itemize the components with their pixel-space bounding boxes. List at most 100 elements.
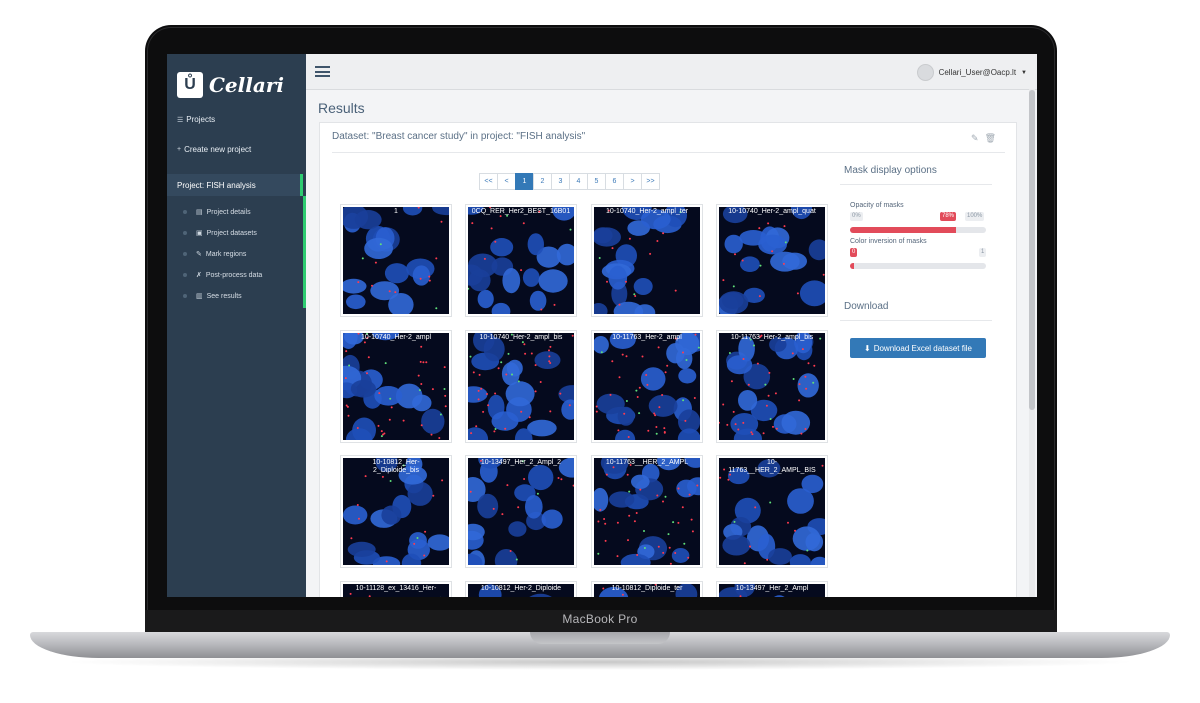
pagination-item[interactable]: 3	[551, 173, 570, 190]
sidebar-item-mark-regions[interactable]: ✎ Mark regions	[183, 250, 246, 258]
microscopy-image: 10-13497_Her_2_Ampl_2	[468, 458, 574, 565]
sidebar-item-post-process[interactable]: ✗ Post-process data	[183, 271, 262, 279]
sidebar: Ů Cellari ☰ Projects + Create new projec…	[167, 54, 306, 597]
cell-nuclei-image	[468, 207, 574, 314]
cell-nuclei-image	[468, 333, 574, 440]
hamburger-menu-icon[interactable]	[315, 66, 330, 77]
sidebar-item-label: Post-process data	[205, 271, 263, 279]
bullet-dot	[183, 273, 187, 277]
thumbnail-label: 10-10740_Her-2_ampl	[360, 334, 432, 341]
opacity-label: Opacity of masks	[850, 202, 904, 209]
microscopy-image: 10-11128_ex_13416_Her-	[343, 584, 449, 597]
bullet-dot	[183, 252, 187, 256]
sidebar-project-submenu: ▤ Project details ▣ Project datasets ✎ M…	[167, 196, 306, 308]
app-screen: Ů Cellari ☰ Projects + Create new projec…	[167, 54, 1037, 597]
result-thumbnail[interactable]: 10-13497_Her_2_Ampl	[716, 581, 828, 597]
cell-nuclei-image	[343, 333, 449, 440]
result-thumbnail[interactable]: 10-11763_Her-2_ampl_bis	[716, 330, 828, 443]
thumbnail-label: 10-10740_Her-2_ampl_quat	[728, 208, 816, 215]
edit-icon: ✎	[196, 251, 202, 258]
sidebar-item-see-results[interactable]: ▥ See results	[183, 292, 242, 300]
thumbnail-label: 10-13497_Her_2_Ampl_2	[480, 459, 562, 466]
result-thumbnail[interactable]: 10-11763__HER_2_AMPL	[591, 455, 703, 568]
pagination-item[interactable]: 5	[587, 173, 606, 190]
edit-icon[interactable]: ✎	[971, 133, 979, 144]
chevron-down-icon: ▼	[1021, 69, 1027, 76]
bullet-dot	[183, 210, 187, 214]
result-thumbnail[interactable]: 1	[340, 204, 452, 317]
thumbnail-label: 0CQ_RER_Her2_BEST_16B01	[471, 208, 571, 215]
microscopy-image: 10-10812_Diploide_ter	[594, 584, 700, 597]
result-thumbnail[interactable]: 10-11763_Her-2_ampl	[591, 330, 703, 443]
images-icon: ▣	[196, 230, 203, 237]
cell-nuclei-image	[468, 458, 574, 565]
user-email: Cellari_User@Oacp.lt	[938, 68, 1017, 77]
inversion-max-label: 1	[979, 248, 987, 257]
result-thumbnail[interactable]: 10-13497_Her_2_Ampl_2	[465, 455, 577, 568]
result-thumbnail[interactable]: 10-10740_Her-2_ampl_bis	[465, 330, 577, 443]
microscopy-image: 1	[343, 207, 449, 314]
opacity-slider-fill	[850, 227, 957, 233]
microscopy-image: 10-10740_Her-2_ampl_ter	[594, 207, 700, 314]
inversion-value-badge: 0	[850, 248, 858, 257]
result-thumbnail[interactable]: 10-10812_Her-2_Diploide	[465, 581, 577, 597]
pagination-item[interactable]: 1	[515, 173, 534, 190]
pagination-item[interactable]: <	[497, 173, 516, 190]
user-menu[interactable]: Cellari_User@Oacp.lt ▼	[916, 64, 1027, 81]
trash-icon[interactable]: 🗑	[985, 133, 996, 144]
mask-options-title: Mask display options	[844, 165, 937, 176]
device-label: MacBook Pro	[562, 612, 638, 626]
pagination-item[interactable]: >	[623, 173, 642, 190]
pagination-item[interactable]: 4	[569, 173, 588, 190]
file-icon: ▤	[196, 209, 203, 216]
thumbnail-label: 10-11128_ex_13416_Her-	[355, 585, 437, 592]
result-thumbnail[interactable]: 10-10812_Her- 2_Diploide_bis	[340, 455, 452, 568]
sidebar-item-create-project[interactable]: + Create new project	[177, 145, 251, 154]
pagination-item[interactable]: 2	[533, 173, 552, 190]
result-thumbnail[interactable]: 10- 11763__HER_2_AMPL_BIS	[716, 455, 828, 568]
thumbnail-label: 10-10812_Diploide_ter	[611, 585, 683, 592]
divider	[332, 152, 1005, 153]
bullet-dot	[183, 294, 187, 298]
sidebar-item-label: Projects	[186, 115, 216, 124]
result-thumbnail[interactable]: 10-10740_Her-2_ampl_ter	[591, 204, 703, 317]
pagination-item[interactable]: <<	[479, 173, 498, 190]
app-logo[interactable]: Ů Cellari	[177, 72, 284, 98]
sidebar-item-project-datasets[interactable]: ▣ Project datasets	[183, 229, 257, 237]
result-thumbnail[interactable]: 0CQ_RER_Her2_BEST_16B01	[465, 204, 577, 317]
result-thumbnail[interactable]: 10-10740_Her-2_ampl	[340, 330, 452, 443]
laptop-notch	[530, 632, 670, 644]
divider	[840, 320, 992, 321]
list-icon: ☰	[177, 116, 184, 124]
microscopy-image: 10-10812_Her-2_Diploide	[468, 584, 574, 597]
sidebar-item-projects[interactable]: ☰ Projects	[177, 115, 215, 124]
sidebar-item-label: Project datasets	[206, 229, 257, 237]
result-thumbnail[interactable]: 10-10740_Her-2_ampl_quat	[716, 204, 828, 317]
microscopy-image: 10-10740_Her-2_ampl	[343, 333, 449, 440]
cell-nuclei-image	[719, 333, 825, 440]
opacity-min-label: 0%	[850, 212, 863, 221]
thumbnail-label: 10-11763_Her-2_ampl	[612, 334, 682, 341]
chart-icon: ▥	[196, 293, 203, 300]
logo-text: Cellari	[209, 73, 284, 97]
dataset-heading: Dataset: "Breast cancer study" in projec…	[332, 131, 586, 142]
result-thumbnail[interactable]: 10-11128_ex_13416_Her-	[340, 581, 452, 597]
inversion-slider[interactable]	[850, 263, 986, 269]
download-excel-button[interactable]: ⬇ Download Excel dataset file	[850, 338, 986, 358]
pagination-item[interactable]: 6	[605, 173, 624, 190]
inversion-label: Color inversion of masks	[850, 238, 927, 245]
microscopy-image: 0CQ_RER_Her2_BEST_16B01	[468, 207, 574, 314]
sidebar-item-label: Project details	[206, 208, 251, 216]
cell-nuclei-image	[594, 333, 700, 440]
page-title: Results	[318, 100, 365, 116]
pagination-item[interactable]: >>	[641, 173, 660, 190]
thumbnail-label: 10-10740_Her-2_ampl_bis	[479, 334, 563, 341]
opacity-slider[interactable]	[850, 227, 986, 233]
thumbnail-label: 10-10812_Her- 2_Diploide_bis	[372, 459, 420, 474]
logo-mark-icon: Ů	[177, 72, 203, 98]
page-scrollbar-thumb[interactable]	[1029, 90, 1035, 410]
sidebar-item-project-details[interactable]: ▤ Project details	[183, 208, 251, 216]
sidebar-item-label: See results	[206, 292, 242, 300]
sidebar-project-header[interactable]: Project: FISH analysis	[167, 174, 303, 196]
result-thumbnail[interactable]: 10-10812_Diploide_ter	[591, 581, 703, 597]
